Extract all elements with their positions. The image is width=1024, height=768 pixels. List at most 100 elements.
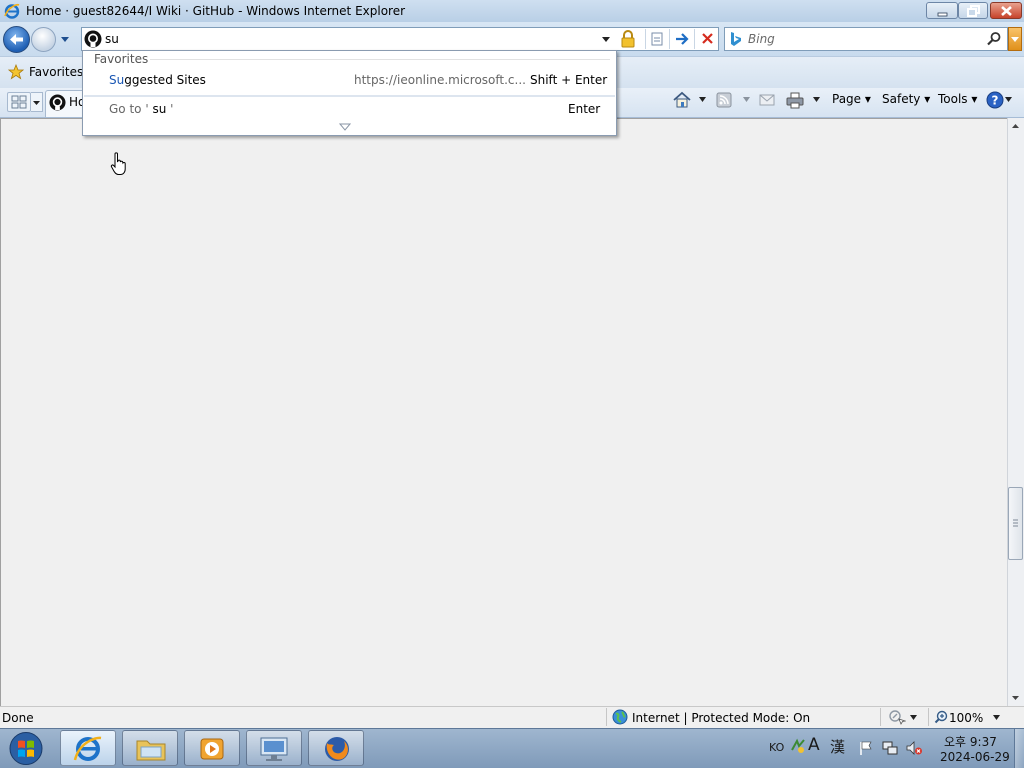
taskbar-windows-explorer[interactable] (122, 730, 178, 766)
go-arrow-icon (676, 33, 689, 45)
autocomplete-item-shortcut: Shift + Enter (530, 73, 608, 87)
home-icon[interactable] (672, 90, 692, 110)
network-computer-icon (260, 737, 288, 761)
svg-text:?: ? (992, 94, 999, 108)
scroll-thumb[interactable] (1008, 487, 1023, 560)
stop-button[interactable] (694, 29, 718, 49)
security-zone-text[interactable]: Internet | Protected Mode: On (632, 711, 810, 725)
divider (150, 59, 610, 60)
favorites-button[interactable]: Favorites (29, 65, 83, 79)
feeds-icon[interactable] (716, 92, 732, 108)
vertical-scrollbar[interactable] (1007, 118, 1024, 706)
stop-x-icon (702, 33, 713, 44)
grip-icon (1013, 519, 1018, 527)
print-dropdown-icon[interactable] (812, 95, 821, 104)
chevron-down-icon: ▾ (971, 92, 978, 106)
tab-list-button[interactable] (31, 92, 43, 112)
scroll-up-button[interactable] (1008, 119, 1023, 134)
page-menu[interactable]: Page ▾ (832, 92, 871, 106)
hanja-icon[interactable]: 漢 (830, 736, 845, 757)
safety-menu-label: Safety (882, 92, 921, 106)
page-menu-label: Page (832, 92, 862, 106)
match-highlight: Su (109, 73, 125, 87)
search-input[interactable] (748, 31, 978, 47)
internet-explorer-icon (4, 4, 20, 19)
forward-button[interactable] (31, 27, 56, 52)
taskbar-internet-explorer[interactable] (60, 730, 116, 766)
expand-arrow-icon[interactable] (339, 122, 351, 132)
window-title: Home · guest82644/I Wiki · GitHub - Wind… (26, 4, 406, 18)
scroll-down-button[interactable] (1008, 690, 1023, 705)
favorites-star-icon[interactable] (8, 64, 24, 80)
read-mail-icon[interactable] (758, 92, 776, 108)
address-dropdown-icon[interactable] (600, 33, 612, 45)
back-button[interactable] (3, 26, 30, 53)
quick-tabs-icon (11, 95, 27, 109)
status-text: Done (2, 711, 34, 725)
zoom-dropdown-icon[interactable] (992, 713, 1001, 722)
back-arrow-icon (10, 34, 23, 45)
hand-cursor-icon (110, 152, 126, 175)
volume-muted-icon[interactable] (905, 740, 923, 756)
taskbar-network-app[interactable] (246, 730, 302, 766)
go-to-suffix: ' (170, 102, 174, 116)
taskbar-firefox[interactable] (308, 730, 364, 766)
chevron-down-icon (33, 101, 40, 105)
language-indicator[interactable]: KO (769, 741, 784, 754)
autocomplete-item-url: https://ieonline.microsoft.c... (354, 73, 526, 87)
divider (84, 95, 615, 97)
quick-tabs-button[interactable] (7, 92, 31, 112)
recent-pages-dropdown-icon[interactable] (59, 33, 71, 45)
autocomplete-item-title: Suggested Sites (109, 73, 206, 87)
zoom-level[interactable]: 100% (949, 711, 983, 725)
internet-explorer-icon (73, 736, 102, 761)
divider (928, 708, 929, 726)
feeds-dropdown-icon[interactable] (742, 95, 751, 104)
zoom-icon[interactable] (934, 710, 948, 724)
taskbar-media-player[interactable] (184, 730, 240, 766)
go-button[interactable] (669, 29, 693, 49)
page-content[interactable] (0, 118, 1007, 706)
go-to-label: Go to ' su ' (109, 102, 173, 116)
minimize-icon (937, 12, 948, 17)
clock-time[interactable]: 오후 9:37 (944, 733, 997, 750)
print-icon[interactable] (786, 91, 804, 109)
ime-icon[interactable] (789, 737, 807, 755)
search-icon[interactable] (986, 31, 1002, 47)
popup-blocker-dropdown-icon[interactable] (909, 713, 918, 722)
action-center-flag-icon[interactable] (858, 740, 874, 756)
chevron-down-icon (1011, 37, 1019, 42)
divider (880, 708, 881, 726)
restore-button[interactable] (958, 2, 988, 19)
chevron-down-icon: ▾ (924, 92, 931, 106)
address-input[interactable] (105, 31, 595, 47)
help-dropdown-icon[interactable] (1004, 95, 1013, 104)
clock-date[interactable]: 2024-06-29 (940, 750, 1010, 764)
github-icon (49, 94, 66, 111)
divider (606, 708, 607, 726)
go-to-shortcut: Enter (568, 102, 601, 116)
popup-blocker-icon[interactable] (888, 709, 906, 725)
globe-icon (612, 709, 628, 725)
safety-menu[interactable]: Safety ▾ (882, 92, 930, 106)
search-options-button[interactable] (1008, 27, 1022, 51)
go-to-prefix: Go to ' (109, 102, 149, 116)
help-icon[interactable]: ? (986, 91, 1004, 109)
restore-icon (967, 5, 980, 17)
close-button[interactable] (990, 2, 1022, 19)
network-icon[interactable] (881, 739, 899, 757)
input-mode-a-icon[interactable]: A (808, 735, 820, 755)
chevron-down-icon: ▾ (864, 92, 871, 106)
home-dropdown-icon[interactable] (698, 95, 707, 104)
firefox-icon (325, 737, 349, 761)
bing-icon (731, 32, 741, 46)
start-button[interactable] (6, 730, 46, 767)
minimize-button[interactable] (926, 2, 958, 19)
compatibility-view-icon[interactable] (645, 29, 667, 49)
lock-icon[interactable] (620, 30, 636, 48)
media-player-icon (200, 738, 224, 760)
status-bar (0, 706, 1024, 728)
tools-menu[interactable]: Tools ▾ (938, 92, 977, 106)
autocomplete-section-header: Favorites (94, 52, 149, 66)
show-desktop-button[interactable] (1014, 729, 1024, 768)
